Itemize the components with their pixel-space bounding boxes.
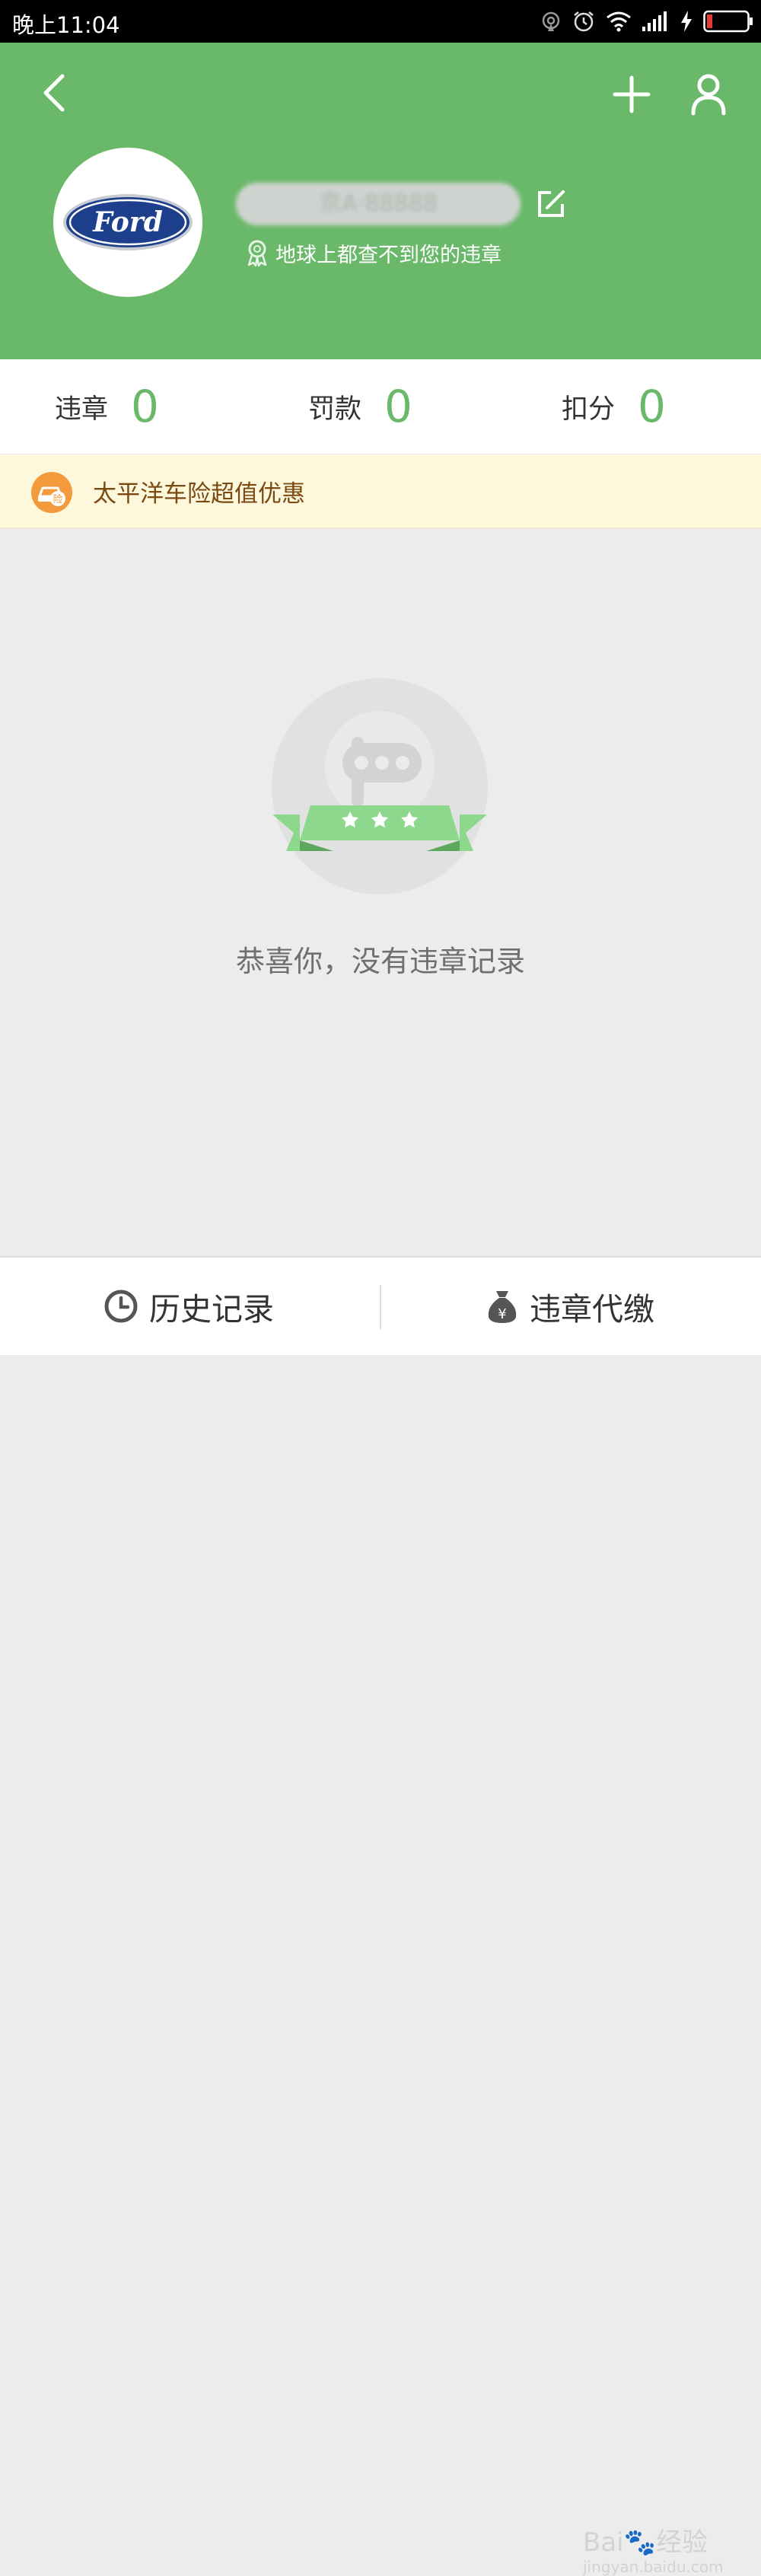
hotspot-icon bbox=[542, 11, 560, 31]
ford-logo-text: Ford bbox=[92, 206, 163, 238]
user-icon[interactable] bbox=[689, 73, 728, 116]
medal-icon bbox=[247, 240, 267, 266]
insurance-promo-banner[interactable]: 险 太平洋车险超值优惠 bbox=[0, 454, 761, 528]
watermark-sub: jingyan.baidu.com bbox=[583, 2558, 724, 2576]
car-brand-avatar[interactable]: Ford bbox=[53, 148, 202, 297]
stat-value: 0 bbox=[131, 381, 159, 432]
signal-icon bbox=[642, 11, 667, 31]
stat-value: 0 bbox=[638, 381, 666, 432]
status-time: 晚上11:04 bbox=[12, 12, 120, 38]
wifi-icon bbox=[607, 11, 631, 32]
no-violation-illustration bbox=[272, 678, 488, 894]
stat-points[interactable]: 扣分 0 bbox=[562, 359, 666, 454]
battery-icon bbox=[703, 10, 753, 33]
alarm-icon bbox=[574, 11, 594, 32]
stat-fines[interactable]: 罚款 0 bbox=[308, 359, 412, 454]
clock-icon bbox=[104, 1290, 138, 1323]
money-bag-icon: ¥ bbox=[488, 1291, 517, 1323]
edit-icon[interactable] bbox=[536, 189, 566, 219]
charging-icon bbox=[681, 11, 692, 32]
car-insurance-icon: 险 bbox=[31, 472, 72, 513]
license-plate: 京A·88888 bbox=[236, 183, 521, 225]
promo-text: 太平洋车险超值优惠 bbox=[93, 480, 305, 508]
stats-bar: 违章 0 罚款 0 扣分 0 bbox=[0, 359, 761, 454]
status-bar: 晚上11:04 bbox=[0, 0, 761, 43]
stat-label: 扣分 bbox=[562, 394, 616, 425]
empty-state-message: 恭喜你，没有违章记录 bbox=[235, 945, 525, 978]
stat-value: 0 bbox=[384, 381, 412, 432]
tab-divider bbox=[380, 1285, 381, 1329]
vehicle-header: Ford 京A·88888 地球上都查不到您的违章 bbox=[0, 43, 761, 359]
ford-logo: Ford bbox=[63, 194, 193, 250]
stat-violations[interactable]: 违章 0 bbox=[55, 359, 159, 454]
back-icon[interactable] bbox=[37, 70, 70, 116]
add-icon[interactable] bbox=[612, 75, 651, 114]
pay-fines-tab-label: 违章代缴 bbox=[530, 1291, 654, 1328]
stat-label: 罚款 bbox=[308, 394, 362, 425]
svg-text:¥: ¥ bbox=[498, 1306, 506, 1322]
stat-label: 违章 bbox=[55, 394, 109, 425]
bottom-action-bar: 历史记录 ¥ 违章代缴 Bai🐾经验 jingyan.baidu.com bbox=[0, 1256, 761, 2576]
badge-text: 地球上都查不到您的违章 bbox=[275, 243, 501, 267]
baidu-jingyan-watermark: Bai🐾经验 jingyan.baidu.com bbox=[583, 2527, 724, 2576]
pay-fines-tab[interactable]: ¥ 违章代缴 bbox=[486, 1258, 654, 1355]
watermark-main: Bai🐾经验 bbox=[583, 2527, 708, 2558]
history-tab-label: 历史记录 bbox=[149, 1291, 274, 1328]
history-tab[interactable]: 历史记录 bbox=[103, 1258, 274, 1355]
badge-row: 地球上都查不到您的违章 bbox=[245, 239, 501, 267]
promo-icon-char: 险 bbox=[53, 494, 62, 505]
